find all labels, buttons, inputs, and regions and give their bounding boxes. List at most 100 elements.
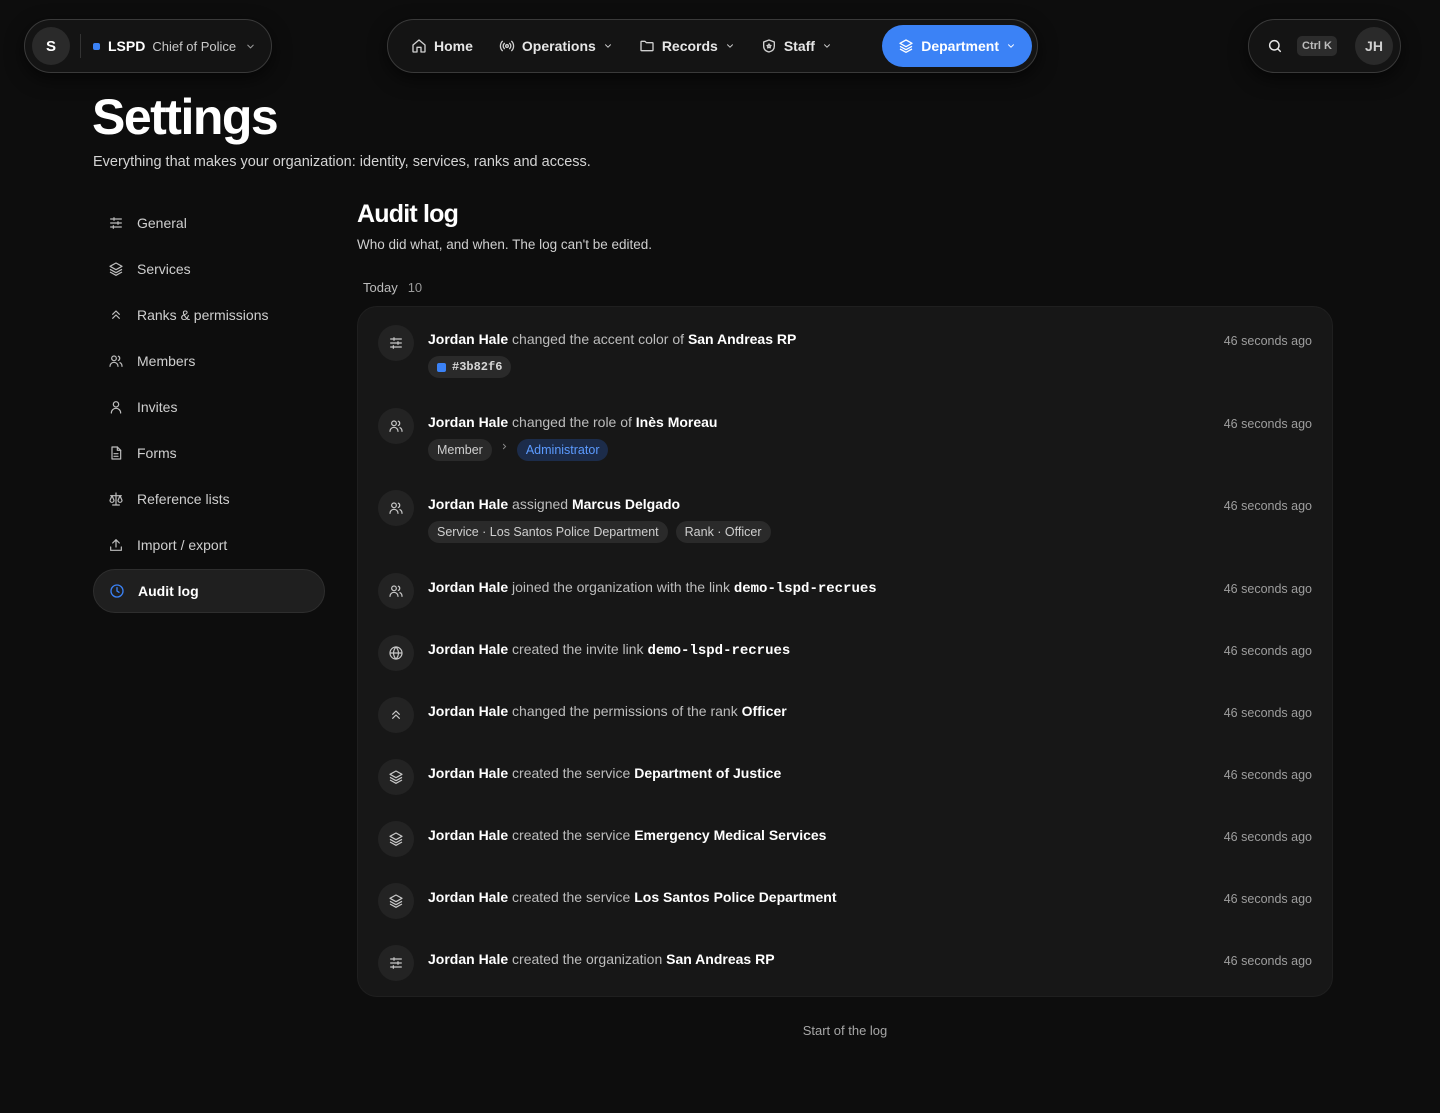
org-avatar[interactable]: S <box>32 27 70 65</box>
page-title: Settings <box>92 89 279 145</box>
nav-department[interactable]: Department <box>882 25 1032 67</box>
log-target: demo-lspd-recrues <box>733 581 877 597</box>
chevron-down-icon <box>245 41 256 52</box>
log-timestamp: 46 seconds ago <box>1223 830 1312 844</box>
log-actor: Jordan Hale <box>428 703 509 719</box>
user-avatar[interactable]: JH <box>1355 27 1393 65</box>
org-role: Chief of Police <box>152 38 237 54</box>
sidebar-item-label: Audit log <box>138 583 199 599</box>
divider <box>80 34 81 58</box>
chevrons-up-icon <box>108 307 124 323</box>
log-actor: Jordan Hale <box>428 579 509 595</box>
users-icon <box>378 490 414 526</box>
log-actor: Jordan Hale <box>428 496 509 512</box>
log-entry: Jordan Hale assigned Marcus Delgado Serv… <box>378 490 1312 543</box>
nav-records[interactable]: Records <box>626 25 748 67</box>
log-target: Officer <box>741 703 787 719</box>
log-entry: Jordan Hale changed the role of Inès Mor… <box>378 408 1312 461</box>
log-target: Department of Justice <box>634 765 782 781</box>
settings-sidebar: General Services Ranks & permissions Mem… <box>93 201 325 615</box>
org-color-dot <box>93 42 100 50</box>
user-icon <box>108 399 124 415</box>
log-target: Emergency Medical Services <box>634 827 827 843</box>
sliders-icon <box>378 945 414 981</box>
layers-icon <box>108 261 124 277</box>
search-icon[interactable] <box>1267 38 1283 54</box>
nav-operations[interactable]: Operations <box>486 25 626 67</box>
log-entry: Jordan Hale changed the accent color of … <box>378 325 1312 378</box>
log-target: Los Santos Police Department <box>634 889 837 905</box>
chevron-right-icon <box>500 442 509 451</box>
chevrons-up-icon <box>378 697 414 733</box>
main-nav: Home Operations Records Staff Department <box>387 19 1038 73</box>
log-actor: Jordan Hale <box>428 765 509 781</box>
log-action: created the service <box>512 765 631 781</box>
broadcast-icon <box>499 38 515 54</box>
sidebar-item-forms[interactable]: Forms <box>93 431 325 475</box>
sidebar-item-audit-log[interactable]: Audit log <box>93 569 325 613</box>
log-timestamp: 46 seconds ago <box>1223 768 1312 782</box>
group-label-text: Today <box>363 280 398 295</box>
log-entry: Jordan Hale created the organization San… <box>378 945 1312 981</box>
org-switcher[interactable]: S LSPD Chief of Police <box>24 19 272 73</box>
log-target: demo-lspd-recrues <box>647 643 791 659</box>
users-icon <box>378 573 414 609</box>
log-action: created the organization <box>512 951 663 967</box>
log-entry: Jordan Hale joined the organization with… <box>378 573 1312 609</box>
nav-home[interactable]: Home <box>398 25 486 67</box>
log-target: San Andreas RP <box>687 331 797 347</box>
log-action: changed the permissions of the rank <box>512 703 738 719</box>
log-action: created the invite link <box>512 641 644 657</box>
scale-icon <box>108 491 124 507</box>
log-entry: Jordan Hale created the invite link demo… <box>378 635 1312 671</box>
layers-icon <box>898 38 914 54</box>
log-actor: Jordan Hale <box>428 641 509 657</box>
log-timestamp: 46 seconds ago <box>1223 499 1312 513</box>
sidebar-item-general[interactable]: General <box>93 201 325 245</box>
log-action: changed the accent color of <box>512 331 685 347</box>
log-timestamp: 46 seconds ago <box>1223 892 1312 906</box>
color-swatch <box>437 362 446 372</box>
log-entry: Jordan Hale created the service Emergenc… <box>378 821 1312 857</box>
sidebar-item-invites[interactable]: Invites <box>93 385 325 429</box>
sidebar-item-reference-lists[interactable]: Reference lists <box>93 477 325 521</box>
log-timestamp: 46 seconds ago <box>1223 954 1312 968</box>
log-action: joined the organization with the link <box>512 579 730 595</box>
role-to-chip: Administrator <box>516 439 609 461</box>
sidebar-item-services[interactable]: Services <box>93 247 325 291</box>
log-actor: Jordan Hale <box>428 414 509 430</box>
shield-icon <box>761 38 777 54</box>
log-entry: Jordan Hale created the service Los Sant… <box>378 883 1312 919</box>
sidebar-item-import-export[interactable]: Import / export <box>93 523 325 567</box>
chevron-down-icon <box>822 41 832 51</box>
sidebar-item-ranks[interactable]: Ranks & permissions <box>93 293 325 337</box>
role-from-chip: Member <box>428 439 492 461</box>
section-subtitle: Who did what, and when. The log can't be… <box>357 237 653 252</box>
log-action: created the service <box>512 889 631 905</box>
sliders-icon <box>378 325 414 361</box>
upload-icon <box>108 537 124 553</box>
nav-label: Home <box>434 38 473 54</box>
sliders-icon <box>108 215 124 231</box>
log-timestamp: 46 seconds ago <box>1223 582 1312 596</box>
log-timestamp: 46 seconds ago <box>1223 644 1312 658</box>
sidebar-item-label: Ranks & permissions <box>137 307 269 323</box>
globe-icon <box>378 635 414 671</box>
nav-label: Department <box>921 38 999 54</box>
search-shortcut[interactable]: Ctrl K <box>1297 36 1337 56</box>
log-target: Marcus Delgado <box>571 496 681 512</box>
sidebar-item-members[interactable]: Members <box>93 339 325 383</box>
folder-icon <box>639 38 655 54</box>
log-end-note: Start of the log <box>802 1023 888 1038</box>
log-action: created the service <box>512 827 631 843</box>
nav-label: Records <box>661 38 718 54</box>
audit-log-list: Jordan Hale changed the accent color of … <box>357 306 1333 997</box>
log-timestamp: 46 seconds ago <box>1223 417 1312 431</box>
color-chip: #3b82f6 <box>428 356 512 378</box>
nav-staff[interactable]: Staff <box>748 25 845 67</box>
nav-label: Staff <box>783 38 815 54</box>
sidebar-item-label: General <box>137 215 187 231</box>
layers-icon <box>378 821 414 857</box>
log-actor: Jordan Hale <box>428 331 509 347</box>
clock-icon <box>109 583 125 599</box>
